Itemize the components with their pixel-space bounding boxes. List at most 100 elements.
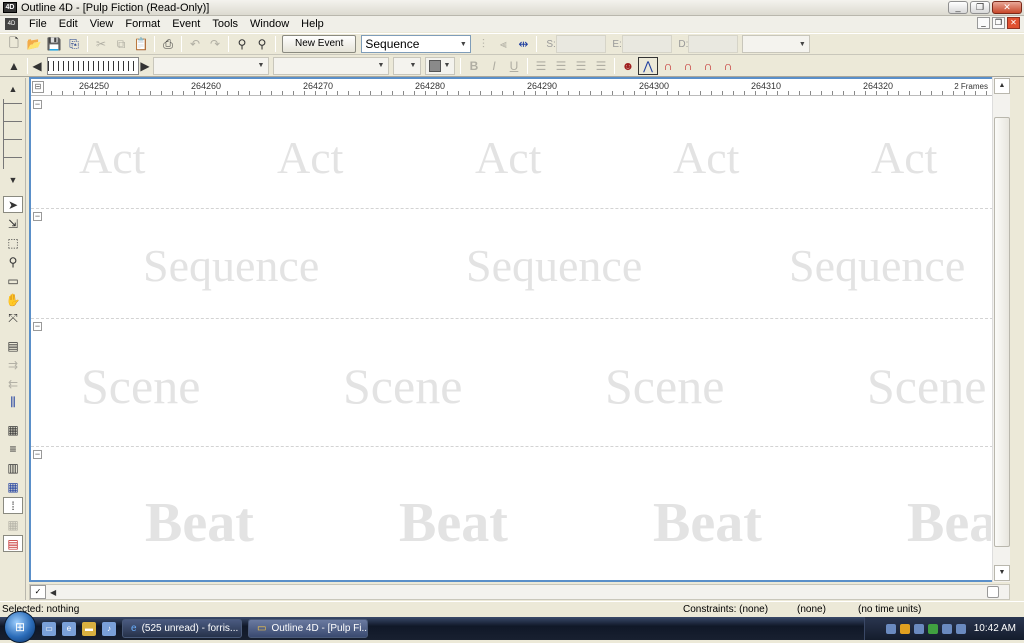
multi-select-tool-icon[interactable]: ⇲	[3, 215, 23, 232]
start-button[interactable]: ⊞	[4, 610, 36, 643]
table-view-icon[interactable]: ▥	[3, 459, 23, 476]
collapse-sequence-button[interactable]: −	[33, 212, 42, 221]
zoom-in-icon[interactable]: ▲	[4, 57, 24, 75]
hand-tool-icon[interactable]: ✋	[3, 291, 23, 308]
scroll-up-arrow[interactable]: ▲	[994, 78, 1010, 94]
zoom-tool-icon[interactable]: ⚲	[3, 253, 23, 270]
tray-icon[interactable]	[913, 623, 924, 634]
level-select[interactable]: Sequence ▼	[361, 35, 472, 53]
collapse-act-button[interactable]: −	[33, 100, 42, 109]
timeline-view-icon[interactable]: ⋀	[638, 56, 658, 75]
columns-icon[interactable]: ⫼	[3, 394, 23, 411]
start-field[interactable]	[556, 35, 607, 53]
magnet-icon[interactable]: ∩	[658, 57, 678, 75]
taskbar-item-email[interactable]: e (525 unread) - forris...	[122, 619, 242, 638]
sequence-lane[interactable]: − Sequence Sequence Sequence	[31, 209, 1008, 319]
list-view-icon[interactable]: ≡	[3, 440, 23, 457]
scroll-left-arrow[interactable]: ◀	[50, 588, 56, 597]
copy-icon[interactable]: ⧉	[111, 35, 131, 53]
undo-icon[interactable]: ↶	[185, 35, 205, 53]
minimize-button[interactable]: _	[948, 1, 968, 14]
bold-icon[interactable]: B	[464, 57, 484, 75]
magnet-left-icon[interactable]: ∩	[678, 57, 698, 75]
align-left-icon[interactable]: ☰	[531, 57, 551, 75]
scroll-up-icon[interactable]: ▲	[3, 80, 23, 97]
end-field[interactable]	[622, 35, 673, 53]
layers-icon[interactable]: ▦	[3, 516, 23, 533]
doc-minimize-button[interactable]: _	[977, 17, 990, 29]
align-right-icon[interactable]: ☰	[571, 57, 591, 75]
checkmark-icon[interactable]: ✓	[30, 585, 46, 599]
find-next-icon[interactable]: ⚲	[252, 35, 272, 53]
volume-icon[interactable]	[955, 623, 966, 634]
time-ruler[interactable]: ⊟ 264250 264260 264270 264280 264290 264…	[31, 79, 1008, 96]
print-icon[interactable]: ⎙	[158, 35, 178, 53]
open-folder-icon[interactable]: 📂	[24, 35, 44, 53]
menu-event[interactable]: Event	[166, 16, 206, 32]
close-button[interactable]: ✕	[992, 1, 1022, 14]
tray-icon[interactable]	[899, 623, 910, 634]
event-tool-icon[interactable]: ▭	[3, 272, 23, 289]
new-file-icon[interactable]: 🗋	[4, 35, 24, 53]
units-select[interactable]: ▼	[742, 35, 811, 53]
scroll-left-icon[interactable]: ◀	[31, 57, 43, 75]
outline-view-icon[interactable]: ▦	[3, 421, 23, 438]
tray-icon[interactable]	[927, 623, 938, 634]
act-lane[interactable]: − Act Act Act Act Act	[31, 97, 1008, 209]
ruler-corner-button[interactable]: ⊟	[32, 81, 44, 93]
menu-file[interactable]: File	[23, 16, 53, 32]
fit-tool-icon[interactable]: ⤧	[3, 310, 23, 327]
align-center-icon[interactable]: ☰	[551, 57, 571, 75]
split-icon[interactable]: ⫶	[473, 35, 493, 53]
new-event-button[interactable]: New Event	[282, 35, 357, 53]
menu-edit[interactable]: Edit	[53, 16, 84, 32]
justify-icon[interactable]: ☰	[591, 57, 611, 75]
font-select[interactable]: ▼	[153, 56, 269, 75]
doc-close-button[interactable]: ✕	[1007, 17, 1020, 29]
marquee-tool-icon[interactable]: ⬚	[3, 234, 23, 251]
media-icon[interactable]: ♪	[102, 621, 116, 636]
align-icon[interactable]: ⇹	[513, 35, 533, 53]
card-view-icon[interactable]: ▤	[3, 337, 23, 354]
magnet-snap-icon[interactable]: ∩	[718, 57, 738, 75]
document-icon[interactable]: 4D	[5, 18, 18, 30]
beat-lane[interactable]: − Beat Beat Beat Bea	[31, 447, 991, 580]
ie-icon[interactable]: e	[62, 621, 76, 636]
doc-restore-button[interactable]: ❐	[992, 17, 1005, 29]
vertical-scrollbar[interactable]: ▲ ▼	[992, 77, 1010, 582]
cut-icon[interactable]: ✂	[91, 35, 111, 53]
size-select[interactable]: ▼	[393, 56, 421, 75]
find-icon[interactable]: ⚲	[232, 35, 252, 53]
menu-help[interactable]: Help	[295, 16, 330, 32]
grid-view-icon[interactable]: ▦	[3, 478, 23, 495]
scroll-down-icon[interactable]: ▼	[3, 171, 23, 188]
paste-icon[interactable]: 📋	[131, 35, 151, 53]
timeline-canvas[interactable]: ⊟ 264250 264260 264270 264280 264290 264…	[29, 77, 1010, 582]
menu-view[interactable]: View	[84, 16, 120, 32]
menu-format[interactable]: Format	[119, 16, 166, 32]
indent-icon[interactable]: ⇉	[3, 356, 23, 373]
tray-icon[interactable]	[885, 623, 896, 634]
duration-field[interactable]	[688, 35, 739, 53]
italic-icon[interactable]: I	[484, 57, 504, 75]
save-icon[interactable]: 💾	[44, 35, 64, 53]
merge-icon[interactable]: ⫷	[493, 35, 513, 53]
redo-icon[interactable]: ↷	[205, 35, 225, 53]
zoom-slider[interactable]	[47, 56, 139, 75]
taskbar-item-outline4d[interactable]: ▭ Outline 4D - [Pulp Fi...	[248, 619, 368, 638]
scroll-down-arrow[interactable]: ▼	[994, 565, 1010, 581]
folder-icon[interactable]: ▬	[82, 621, 96, 636]
style-select[interactable]: ▼	[273, 56, 389, 75]
scrollbar-thumb[interactable]	[994, 117, 1010, 547]
character-icon[interactable]: ☻	[618, 57, 638, 75]
show-desktop-icon[interactable]: ▭	[42, 621, 56, 636]
clock[interactable]: 10:42 AM	[974, 623, 1016, 634]
pointer-tool-icon[interactable]: ➤	[3, 196, 23, 213]
horizontal-thumb[interactable]	[987, 586, 999, 598]
collapse-scene-button[interactable]: −	[33, 322, 42, 331]
outdent-icon[interactable]: ⇇	[3, 375, 23, 392]
track-height-control[interactable]	[3, 99, 23, 169]
color-select[interactable]: ▼	[425, 56, 455, 75]
menu-window[interactable]: Window	[244, 16, 295, 32]
maximize-button[interactable]: ❐	[970, 1, 990, 14]
